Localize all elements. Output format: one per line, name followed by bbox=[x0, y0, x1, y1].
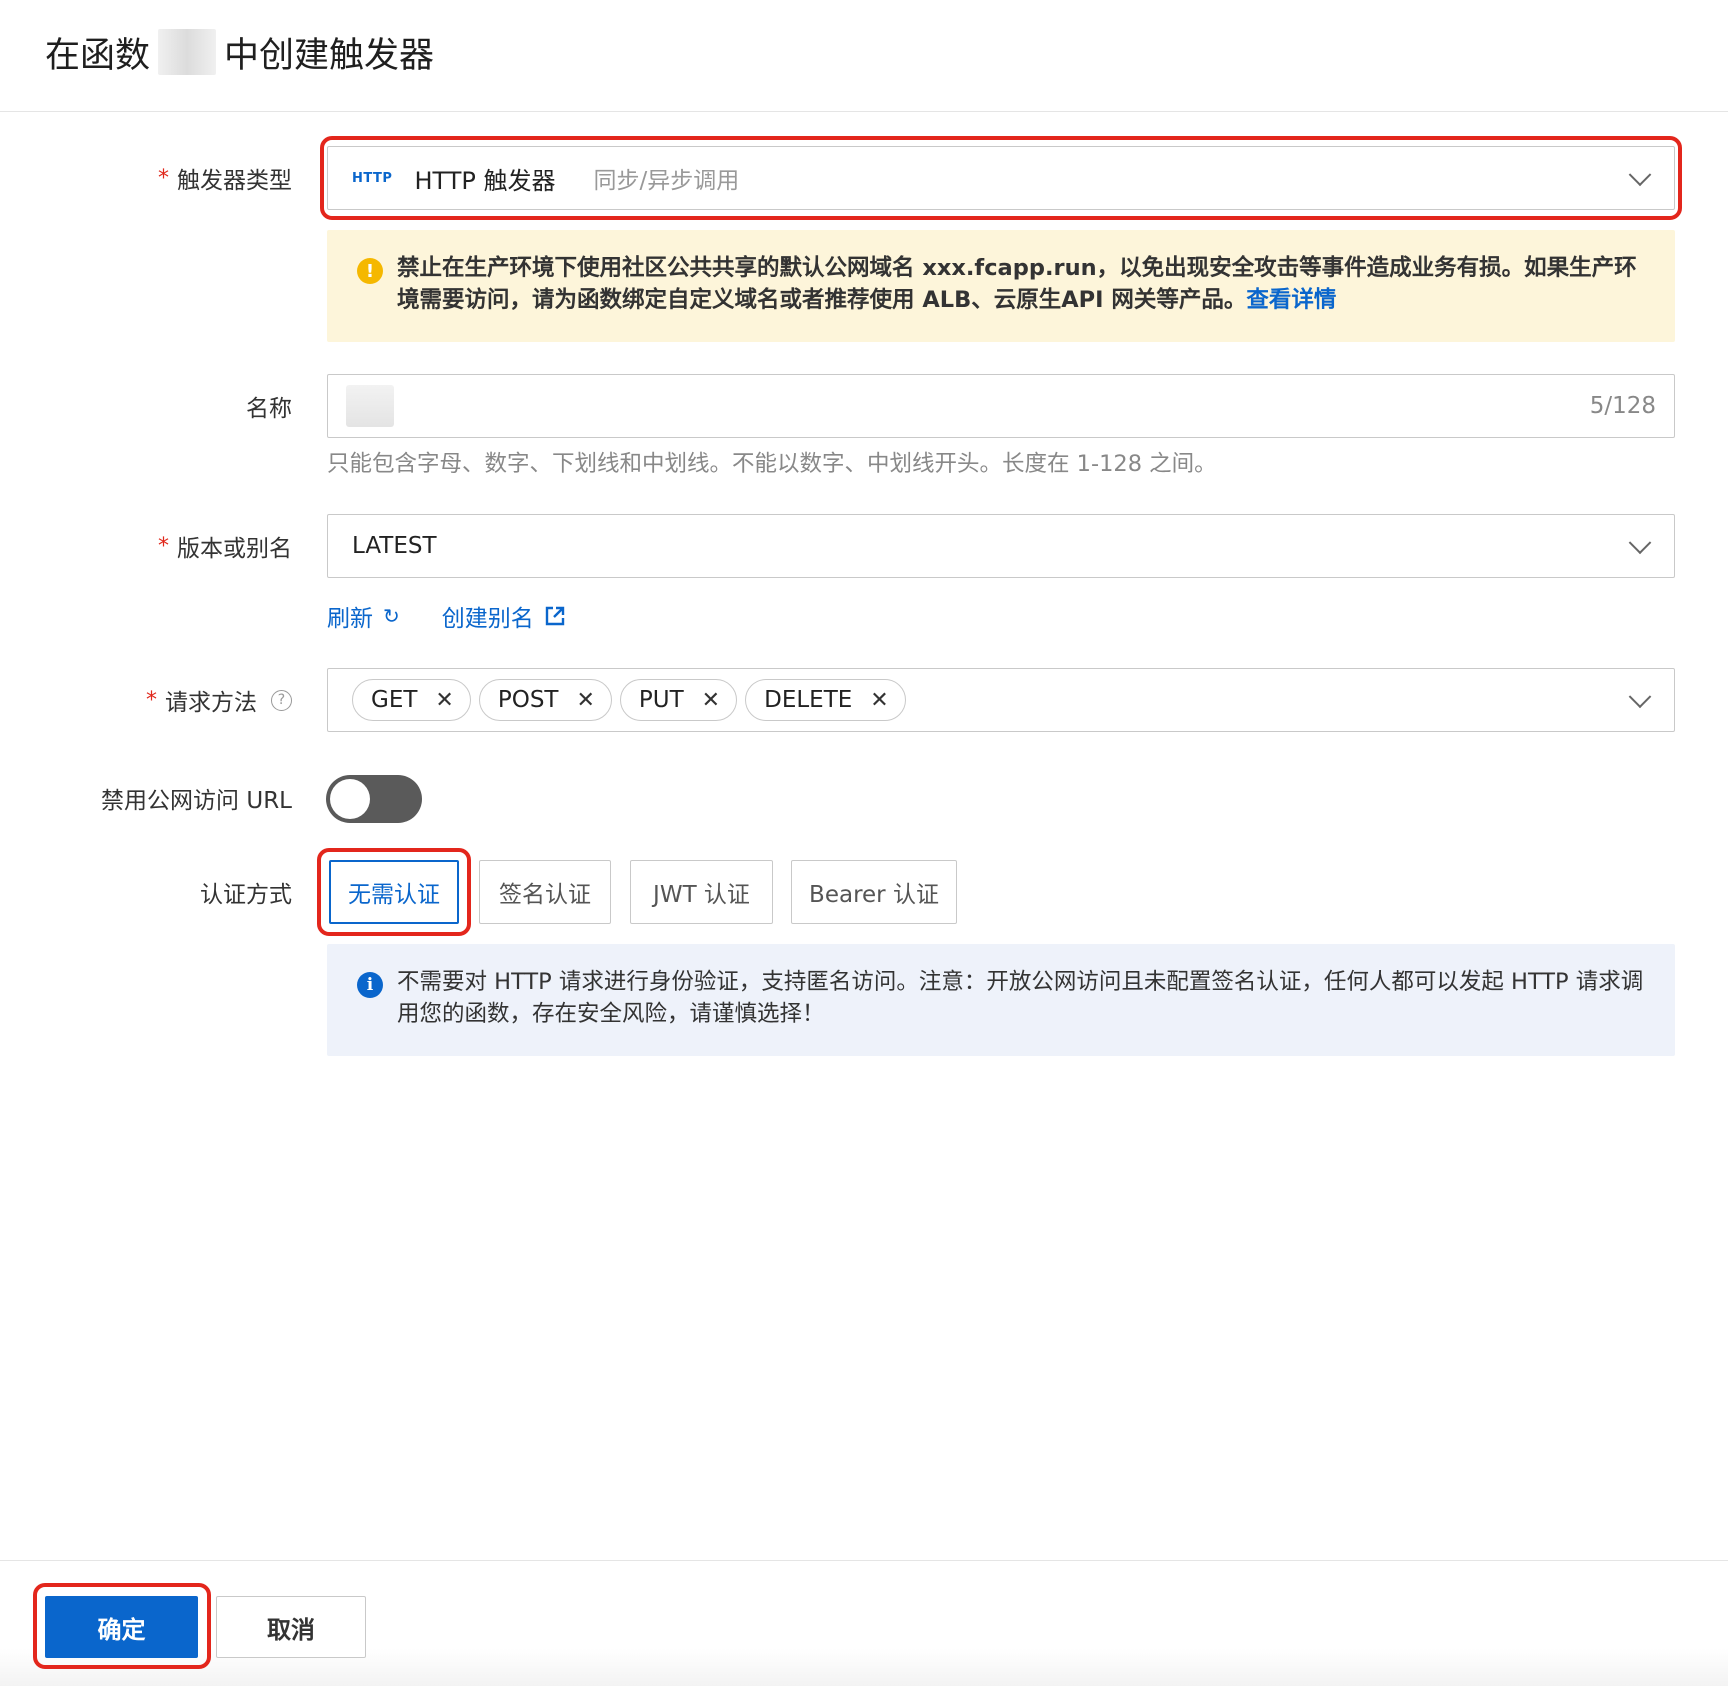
chevron-down-icon bbox=[1628, 163, 1652, 187]
close-icon[interactable]: ✕ bbox=[702, 688, 720, 713]
chevron-down-icon bbox=[1628, 685, 1652, 709]
name-hint: 只能包含字母、数字、下划线和中划线。不能以数字、中划线开头。长度在 1-128 … bbox=[327, 451, 1217, 477]
title-prefix: 在函数 bbox=[45, 35, 151, 76]
name-char-counter: 5/128 bbox=[1589, 393, 1656, 419]
version-select[interactable]: LATEST bbox=[327, 514, 1675, 578]
name-label: 名称 bbox=[246, 396, 292, 422]
close-icon[interactable]: ✕ bbox=[435, 688, 453, 713]
auth-info-alert: i 不需要对 HTTP 请求进行身份验证，支持匿名访问。注意：开放公网访问且未配… bbox=[327, 944, 1675, 1056]
title-suffix: 中创建触发器 bbox=[224, 35, 435, 76]
method-tag-label: DELETE bbox=[764, 687, 853, 713]
version-label: * 版本或别名 bbox=[158, 526, 292, 566]
method-tag-post: POST ✕ bbox=[478, 679, 612, 721]
panel-header: 在函数 中创建触发器 bbox=[0, 0, 1728, 112]
trigger-type-label-text: 触发器类型 bbox=[177, 168, 292, 194]
methods-label-text: 请求方法 bbox=[165, 690, 257, 716]
trigger-type-label: * 触发器类型 bbox=[158, 158, 292, 198]
auth-option-signature[interactable]: 签名认证 bbox=[479, 860, 611, 924]
page-title: 在函数 中创建触发器 bbox=[45, 24, 434, 80]
methods-label: * 请求方法 ? bbox=[146, 680, 292, 720]
auth-option-jwt[interactable]: JWT 认证 bbox=[630, 860, 773, 924]
auth-info-text: 不需要对 HTTP 请求进行身份验证，支持匿名访问。注意：开放公网访问且未配置签… bbox=[397, 969, 1644, 1027]
cancel-button[interactable]: 取消 bbox=[216, 1596, 366, 1658]
redacted-name-value bbox=[346, 385, 394, 427]
help-icon[interactable]: ? bbox=[271, 689, 292, 711]
version-value: LATEST bbox=[352, 533, 437, 559]
warning-alert: ! 禁止在生产环境下使用社区公共共享的默认公网域名 xxx.fcapp.run，… bbox=[327, 230, 1675, 342]
toggle-knob bbox=[330, 779, 370, 819]
trigger-type-value: HTTP 触发器 bbox=[414, 166, 556, 195]
method-tag-delete: DELETE ✕ bbox=[745, 679, 906, 721]
create-trigger-panel: 在函数 中创建触发器 * 触发器类型 HTTP HTTP 触发器 同步/异步调用… bbox=[0, 0, 1728, 1686]
warning-text: 禁止在生产环境下使用社区公共共享的默认公网域名 xxx.fcapp.run，以免… bbox=[397, 252, 1647, 316]
refresh-icon: ↻ bbox=[383, 604, 400, 628]
method-tag-get: GET ✕ bbox=[352, 679, 471, 721]
chevron-down-icon bbox=[1628, 531, 1652, 555]
auth-option-bearer[interactable]: Bearer 认证 bbox=[791, 860, 957, 924]
disable-public-url-toggle[interactable] bbox=[326, 775, 422, 823]
auth-label: 认证方式 bbox=[200, 882, 292, 908]
refresh-link[interactable]: 刷新 ↻ bbox=[327, 599, 400, 633]
warning-icon: ! bbox=[357, 258, 383, 284]
method-tag-label: PUT bbox=[638, 687, 684, 713]
trigger-type-description: 同步/异步调用 bbox=[593, 168, 740, 194]
refresh-label: 刷新 bbox=[327, 606, 373, 632]
disable-public-url-label: 禁用公网访问 URL bbox=[101, 788, 292, 814]
required-mark: * bbox=[158, 533, 169, 559]
info-icon: i bbox=[357, 972, 383, 998]
required-mark: * bbox=[146, 687, 157, 713]
warning-message: 禁止在生产环境下使用社区公共共享的默认公网域名 xxx.fcapp.run，以免… bbox=[397, 255, 1637, 313]
confirm-button[interactable]: 确定 bbox=[45, 1596, 198, 1658]
create-alias-link[interactable]: 创建别名 bbox=[442, 599, 566, 633]
view-details-link[interactable]: 查看详情 bbox=[1246, 287, 1336, 313]
method-tag-label: GET bbox=[371, 687, 418, 713]
method-tag-label: POST bbox=[497, 687, 559, 713]
redacted-function-name bbox=[158, 29, 217, 75]
trigger-type-select[interactable]: HTTP HTTP 触发器 同步/异步调用 bbox=[327, 146, 1675, 210]
http-badge-icon: HTTP bbox=[352, 170, 393, 186]
version-actions: 刷新 ↻ 创建别名 bbox=[327, 596, 566, 636]
create-alias-label: 创建别名 bbox=[441, 606, 534, 632]
close-icon[interactable]: ✕ bbox=[576, 688, 594, 713]
required-mark: * bbox=[158, 165, 169, 191]
method-tag-put: PUT ✕ bbox=[619, 679, 738, 721]
name-input[interactable]: 5/128 bbox=[327, 374, 1675, 438]
close-icon[interactable]: ✕ bbox=[870, 688, 888, 713]
methods-multiselect[interactable]: GET ✕ POST ✕ PUT ✕ DELETE ✕ bbox=[327, 668, 1675, 732]
external-link-icon bbox=[545, 606, 564, 626]
version-label-text: 版本或别名 bbox=[177, 536, 292, 562]
auth-option-none[interactable]: 无需认证 bbox=[329, 860, 459, 924]
